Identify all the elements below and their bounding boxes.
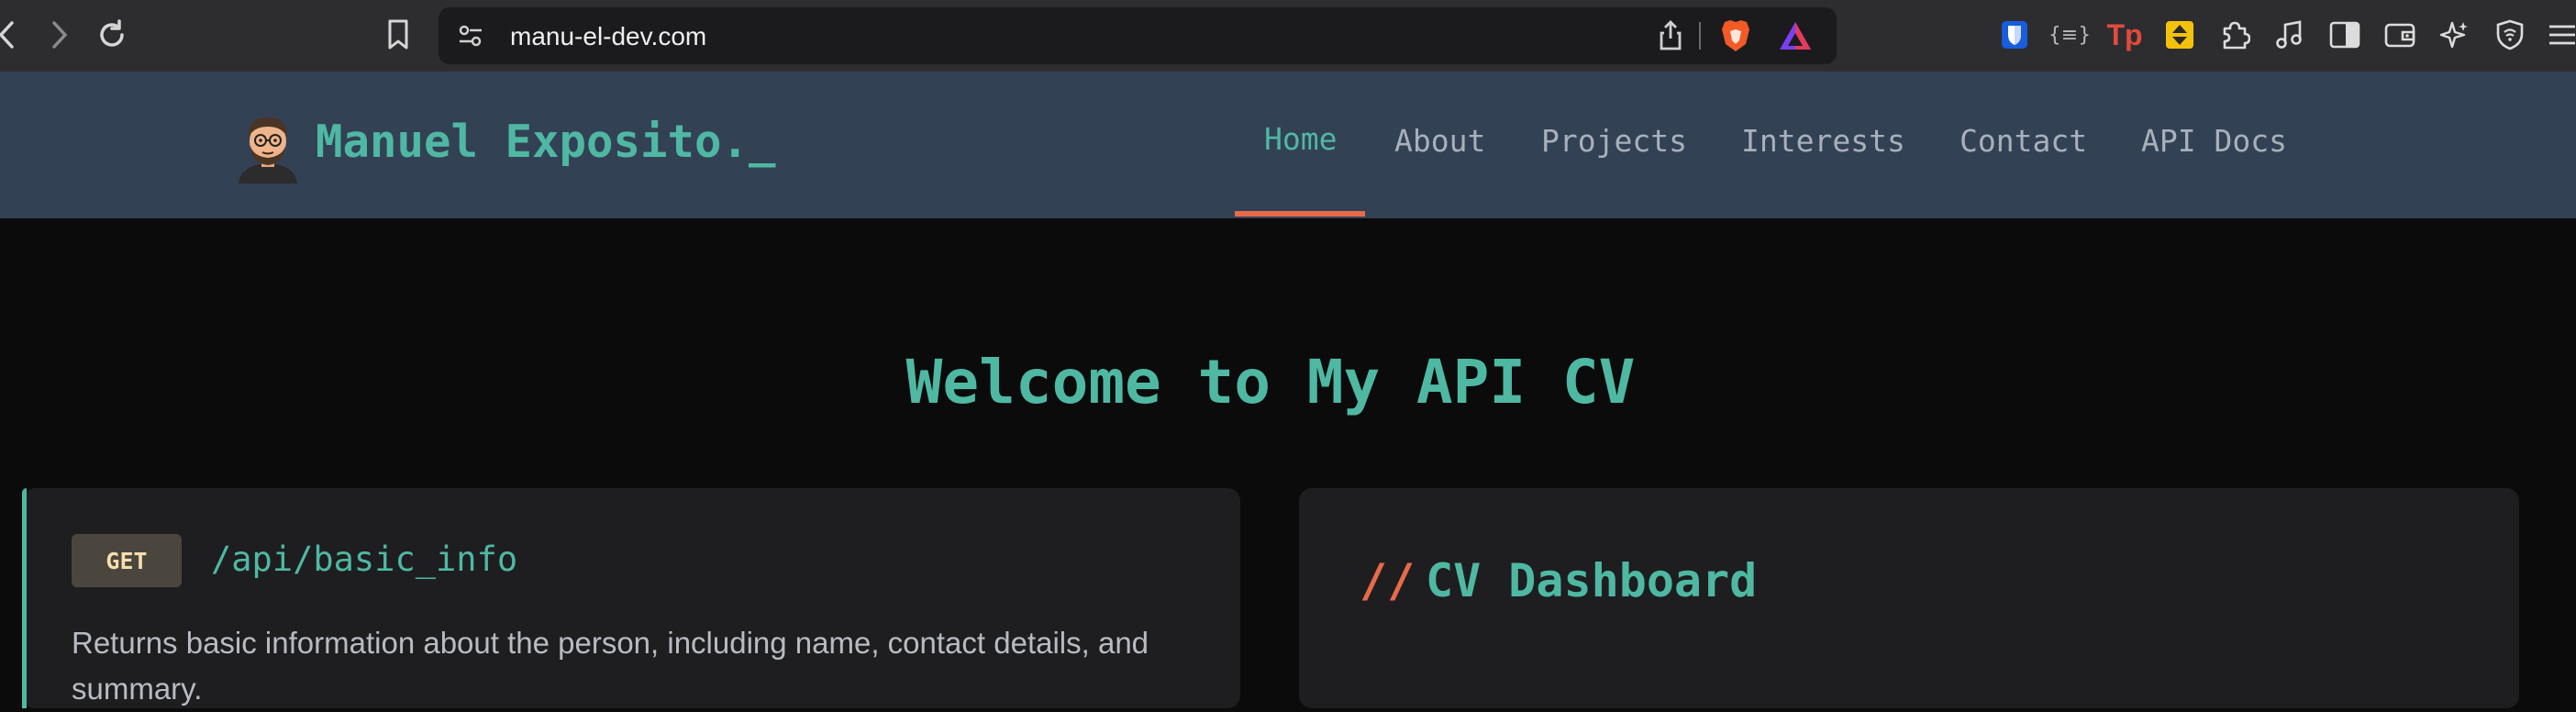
page-title: Welcome to My API CV xyxy=(905,347,1636,417)
endpoint-card[interactable]: GET /api/basic_info Returns basic inform… xyxy=(22,488,1240,708)
nav-contact[interactable]: Contact xyxy=(1960,123,2087,159)
address-bar-divider xyxy=(1699,22,1701,50)
menu-icon[interactable] xyxy=(2541,15,2576,55)
bookmark-icon[interactable] xyxy=(378,15,418,55)
brave-shields-icon[interactable] xyxy=(1719,18,1752,53)
nav-api-docs[interactable]: API Docs xyxy=(2141,123,2287,159)
json-viewer-icon[interactable]: {≡} xyxy=(2049,15,2091,55)
nav-interests[interactable]: Interests xyxy=(1741,123,1905,159)
music-icon[interactable] xyxy=(2270,15,2310,55)
sidebar-icon[interactable] xyxy=(2325,15,2365,55)
address-bar[interactable]: manu-el-dev.com xyxy=(439,7,1837,64)
nav-about[interactable]: About xyxy=(1394,123,1485,159)
main-nav: Home About Projects Interests Contact AP… xyxy=(0,72,2576,218)
brave-rewards-icon[interactable] xyxy=(1778,20,1813,51)
endpoint-description: Returns basic information about the pers… xyxy=(72,626,1149,706)
chevron-left-icon[interactable] xyxy=(0,15,28,55)
bitwarden-icon[interactable] xyxy=(1994,15,2035,55)
yellow-extension-icon[interactable] xyxy=(2160,15,2200,55)
http-method-badge: GET xyxy=(72,534,182,587)
share-icon[interactable] xyxy=(1655,20,1686,51)
leo-ai-icon[interactable] xyxy=(2435,15,2475,55)
vpn-shield-icon[interactable] xyxy=(2490,15,2530,55)
wallet-icon[interactable] xyxy=(2380,15,2420,55)
endpoint-path: /api/basic_info xyxy=(211,540,518,579)
tp-extension-icon[interactable]: Tp xyxy=(2104,15,2145,55)
url-text[interactable]: manu-el-dev.com xyxy=(510,22,706,51)
nav-home[interactable]: Home xyxy=(1264,121,1337,157)
dashboard-title: CV Dashboard xyxy=(1426,554,1758,607)
nav-projects[interactable]: Projects xyxy=(1541,123,1687,159)
comment-prefix: // xyxy=(1360,554,1416,607)
browser-toolbar: manu-el-dev.com {≡} Tp xyxy=(0,0,2576,72)
reload-icon[interactable] xyxy=(92,15,132,55)
active-nav-indicator xyxy=(1235,211,1365,217)
site-settings-icon[interactable] xyxy=(457,22,484,50)
card-accent-bar xyxy=(22,488,27,708)
dashboard-card: // CV Dashboard xyxy=(1299,488,2519,708)
chevron-right-icon[interactable] xyxy=(39,15,79,55)
extensions-puzzle-icon[interactable] xyxy=(2215,15,2255,55)
